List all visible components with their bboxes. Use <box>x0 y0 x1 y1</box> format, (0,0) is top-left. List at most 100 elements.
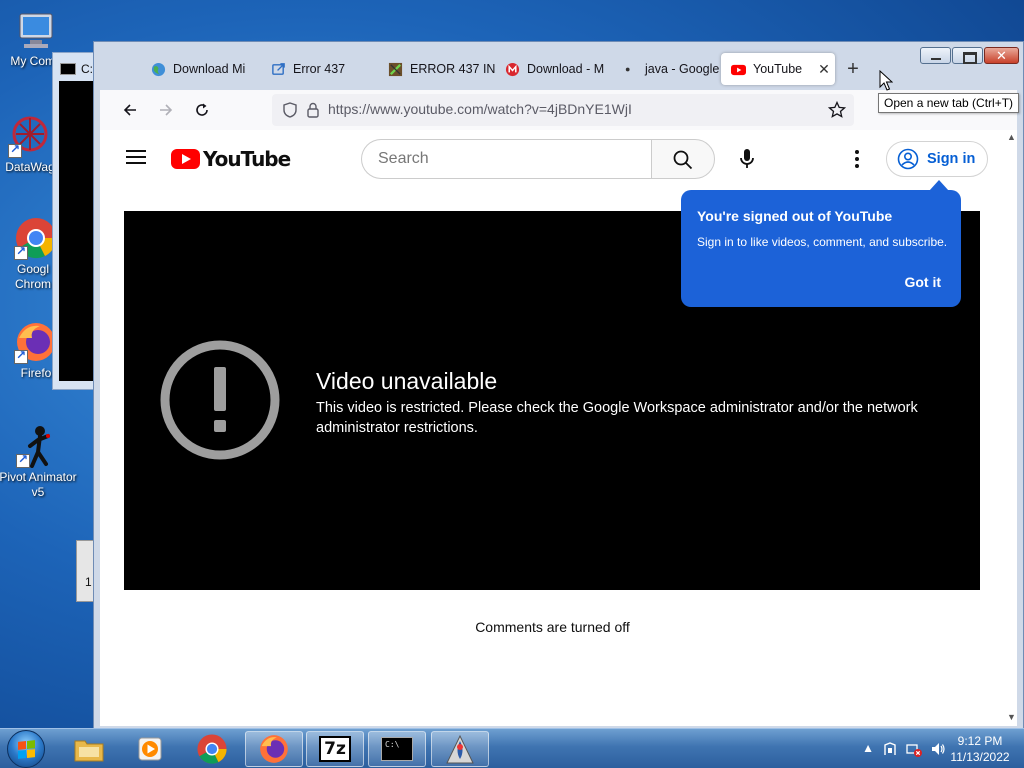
media-player-icon <box>138 737 162 761</box>
globe-icon <box>151 62 166 76</box>
desktop-icon-label: Googl Chrom <box>14 262 51 291</box>
signed-out-popup: You're signed out of YouTube Sign in to … <box>681 180 961 307</box>
window-title: C: <box>81 62 93 76</box>
taskbar: 7z C:\ ▲ 9:12 PM 11/13/2022 <box>0 728 1024 768</box>
sign-in-label: Sign in <box>927 151 976 167</box>
taskbar-7zip[interactable]: 7z <box>306 731 364 767</box>
taskbar-cmd[interactable]: C:\ <box>368 731 426 767</box>
clock-time: 9:12 PM <box>957 734 1003 748</box>
sign-in-button[interactable]: Sign in <box>886 141 988 177</box>
taskbar-clock[interactable]: 9:12 PM 11/13/2022 <box>948 733 1012 765</box>
shortcut-arrow-icon <box>8 142 22 158</box>
tab-label: Download Mi <box>173 62 246 76</box>
tab-label: Download - M <box>527 62 605 76</box>
system-tray: ▲ <box>862 741 946 757</box>
tab-download-mi[interactable]: Download Mi <box>104 53 261 85</box>
firefox-window: Download Mi Error 437 ERROR 437 IN Downl… <box>93 41 1024 729</box>
7zip-label: 7z <box>324 739 346 759</box>
desktop-icon-pivot-animator[interactable]: Pivot Animator v5 <box>0 424 78 500</box>
reload-button[interactable] <box>190 98 214 122</box>
search-input[interactable] <box>378 150 638 168</box>
shortcut-arrow-icon <box>14 244 28 260</box>
bookmark-star-icon[interactable] <box>828 101 846 119</box>
got-it-button[interactable]: Got it <box>904 274 941 290</box>
youtube-icon <box>731 64 746 75</box>
tab-strip: Download Mi Error 437 ERROR 437 IN Downl… <box>104 53 867 85</box>
tab-label: java - Google <box>645 62 720 76</box>
search-button[interactable] <box>651 139 715 179</box>
shield-icon[interactable] <box>282 102 298 118</box>
cmd-icon <box>60 63 76 75</box>
7zip-icon: 7z <box>319 736 351 762</box>
taskbar-java[interactable] <box>431 731 489 767</box>
cmd-icon: C:\ <box>381 737 413 761</box>
tab-label: Error 437 <box>293 62 346 76</box>
popup-body: Sign in to like videos, comment, and sub… <box>697 235 948 249</box>
windows-logo-icon <box>18 740 35 759</box>
taskbar-media-player[interactable] <box>121 731 179 767</box>
video-unavailable-title: Video unavailable <box>316 368 498 394</box>
page-scrollbar[interactable]: ▲ ▼ <box>1005 130 1017 726</box>
taskbar-firefox[interactable] <box>245 731 303 767</box>
java-icon <box>446 734 474 764</box>
firefox-icon <box>260 735 288 763</box>
lock-icon[interactable] <box>306 102 320 118</box>
close-window-button[interactable] <box>984 47 1019 64</box>
mega-icon <box>505 62 520 76</box>
minecraft-icon <box>388 62 403 76</box>
tab-label: YouTube <box>753 62 803 76</box>
scroll-up-icon[interactable]: ▲ <box>1007 132 1016 142</box>
search-icon <box>673 150 693 170</box>
account-icon <box>897 148 919 170</box>
show-hidden-icons-icon[interactable]: ▲ <box>862 741 874 757</box>
maximize-button[interactable] <box>952 47 983 64</box>
close-tab-icon[interactable]: ✕ <box>818 61 830 78</box>
video-unavailable-message: This video is restricted. Please check t… <box>316 400 918 436</box>
voice-search-button[interactable] <box>727 139 767 179</box>
youtube-header: YouTube Sign in <box>100 130 1005 186</box>
stick-figure-icon <box>16 424 60 468</box>
back-button[interactable] <box>118 98 142 122</box>
more-options-icon[interactable] <box>841 143 873 175</box>
network-error-icon[interactable] <box>906 741 922 757</box>
forward-button[interactable] <box>154 98 178 122</box>
comments-status: Comments are turned off <box>475 619 630 635</box>
new-tab-tooltip: Open a new tab (Ctrl+T) <box>878 93 1020 113</box>
reload-icon <box>196 103 208 116</box>
start-button[interactable] <box>7 730 45 768</box>
taskbar-file-explorer[interactable] <box>60 731 118 767</box>
window-controls <box>920 47 1019 64</box>
url-bar[interactable] <box>272 94 854 126</box>
taskbar-chrome[interactable] <box>183 731 241 767</box>
page-content: YouTube Sign in You're signed out of You… <box>100 130 1017 726</box>
youtube-logo[interactable]: YouTube <box>171 147 291 171</box>
folder-icon <box>74 740 104 762</box>
chrome-icon <box>197 734 227 764</box>
window-text: 1 <box>85 575 92 589</box>
tab-java-google[interactable]: java - Google <box>613 53 721 85</box>
youtube-play-icon <box>171 149 200 169</box>
tab-error-437-in[interactable]: ERROR 437 IN <box>378 53 495 85</box>
search-box[interactable] <box>361 139 653 179</box>
menu-icon[interactable] <box>126 150 146 164</box>
arrow-left-icon <box>123 104 136 116</box>
tab-error-437[interactable]: Error 437 <box>261 53 378 85</box>
arrow-right-icon <box>160 104 173 116</box>
mouse-cursor-icon <box>879 70 893 91</box>
tab-download-mega[interactable]: Download - M <box>495 53 613 85</box>
tab-youtube[interactable]: YouTube ✕ <box>721 53 835 85</box>
url-input[interactable] <box>328 101 798 117</box>
shortcut-arrow-icon <box>16 452 30 468</box>
computer-icon <box>14 8 58 52</box>
clock-date: 11/13/2022 <box>950 750 1010 764</box>
shortcut-arrow-icon <box>14 348 28 364</box>
desktop-icon-label: Pivot Animator v5 <box>0 470 77 499</box>
logo-text: YouTube <box>203 147 291 171</box>
scroll-down-icon[interactable]: ▼ <box>1007 712 1016 722</box>
minimize-button[interactable] <box>920 47 951 64</box>
action-center-icon[interactable] <box>882 741 898 757</box>
volume-icon[interactable] <box>930 741 946 757</box>
dot-icon <box>625 67 630 71</box>
new-tab-button[interactable]: + <box>839 55 867 83</box>
datawag-icon <box>8 114 52 158</box>
